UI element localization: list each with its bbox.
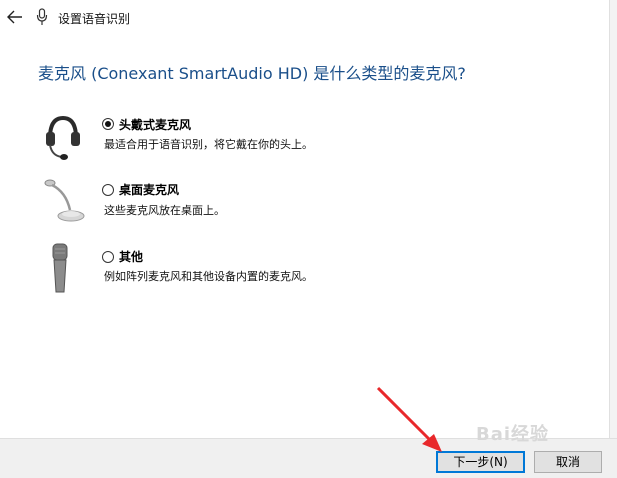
desktop-microphone-icon: [44, 179, 85, 222]
radio-other[interactable]: [102, 251, 114, 263]
handheld-microphone-icon: [52, 243, 68, 293]
title-bar: 设置语音识别: [0, 0, 617, 34]
cancel-button[interactable]: 取消: [534, 451, 602, 473]
radio-desktop[interactable]: [102, 184, 114, 196]
option-desktop[interactable]: 桌面麦克风 这些麦克风放在桌面上。: [0, 178, 617, 248]
option-headset[interactable]: 头戴式麦克风 最适合用于语音识别，将它戴在你的头上。: [0, 108, 617, 178]
watermark: Bai经验: [476, 424, 550, 445]
back-arrow-icon[interactable]: [6, 9, 24, 25]
option-desc-other: 例如阵列麦克风和其他设备内置的麦克风。: [104, 270, 313, 283]
option-label-headset: 头戴式麦克风: [119, 118, 192, 132]
headset-microphone-icon: [46, 115, 80, 160]
radio-headset[interactable]: [102, 118, 114, 130]
option-desc-headset: 最适合用于语音识别，将它戴在你的头上。: [104, 138, 313, 151]
microphone-icon: [36, 8, 48, 25]
window-title: 设置语音识别: [58, 12, 131, 26]
annotation-arrow-icon: [376, 386, 442, 452]
window-right-edge: [609, 0, 617, 438]
option-label-other: 其他: [119, 250, 144, 264]
option-desc-desktop: 这些麦克风放在桌面上。: [104, 204, 225, 217]
page-heading: 麦克风 (Conexant SmartAudio HD) 是什么类型的麦克风?: [38, 64, 466, 83]
option-other[interactable]: 其他 例如阵列麦克风和其他设备内置的麦克风。: [0, 240, 617, 310]
option-label-desktop: 桌面麦克风: [119, 183, 180, 197]
